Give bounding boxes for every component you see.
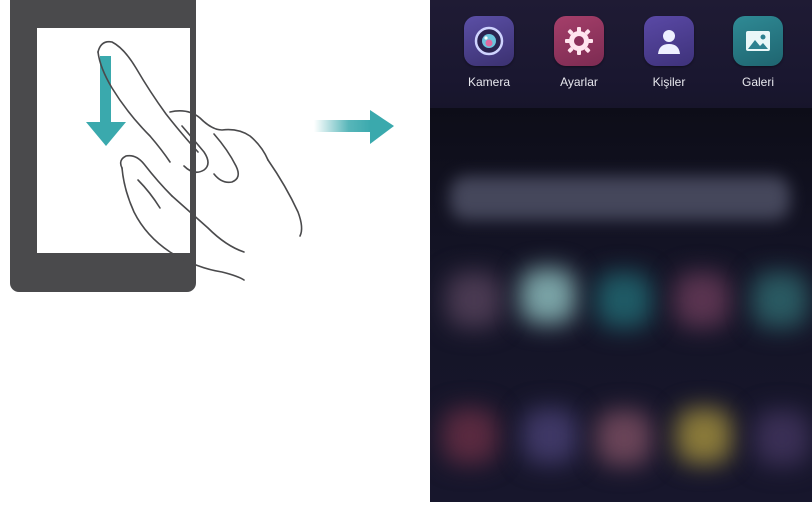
blurred-app-icon [442,408,498,464]
hand-outline [97,40,303,281]
suggested-apps-panel: Kamera Ayarlar Kişiler Galeri [430,0,812,108]
contacts-icon [644,16,694,66]
phone-screen: Kamera Ayarlar Kişiler Galeri [430,0,812,502]
blurred-app-icon [752,272,808,328]
swipe-down-gesture-icon [86,40,303,281]
gallery-icon [733,16,783,66]
blurred-app-icon [754,410,810,466]
blurred-app-icon [520,268,576,324]
app-settings[interactable]: Ayarlar [543,16,615,100]
right-arrow-icon [314,110,394,144]
app-label: Kamera [467,75,511,89]
blurred-app-icon [596,410,652,466]
blurred-search-bar [450,176,790,220]
camera-icon [464,16,514,66]
blurred-app-icon [676,408,732,464]
blurred-app-icon [522,408,578,464]
app-label: Galeri [741,75,774,89]
app-label: Ayarlar [560,75,598,89]
settings-gear-icon [554,16,604,66]
blurred-app-icon [674,272,730,328]
app-label: Kişiler [652,75,686,89]
blurred-app-icon [596,272,652,328]
app-camera[interactable]: Kamera [453,16,525,100]
app-gallery[interactable]: Galeri [722,16,794,100]
blurred-home-screen [430,108,812,502]
down-arrow-head [86,122,126,146]
app-contacts[interactable]: Kişiler [633,16,705,100]
blurred-app-icon [446,272,502,328]
